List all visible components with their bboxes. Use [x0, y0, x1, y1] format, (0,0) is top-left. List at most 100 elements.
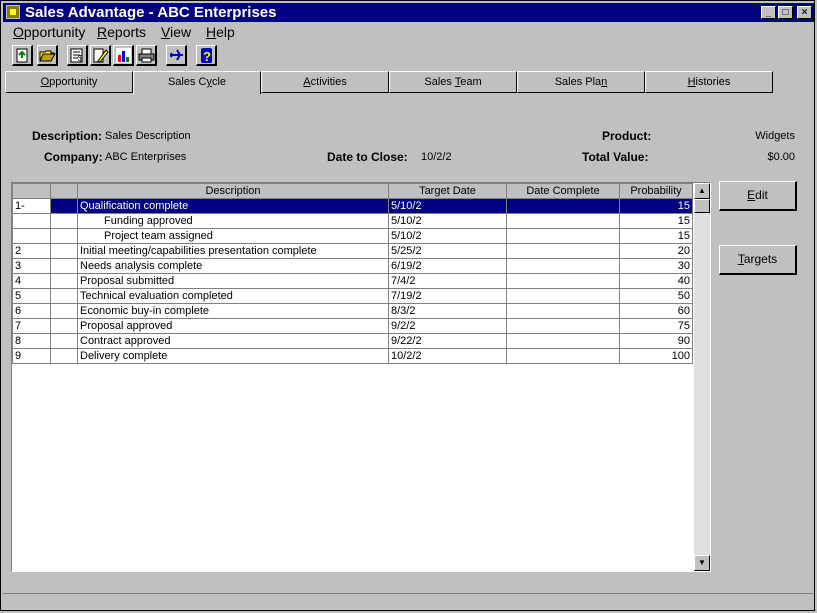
row-number[interactable]: 7	[12, 318, 51, 334]
row-target-date[interactable]: 6/19/2	[388, 258, 507, 274]
scroll-down-icon[interactable]: ▼	[694, 555, 710, 571]
table-row[interactable]: 2 Initial meeting/capabilities presentati…	[12, 243, 693, 259]
table-row[interactable]: 5 Technical evaluation completed 7/19/2 50	[12, 288, 693, 304]
edit-button[interactable]: Edit	[719, 181, 797, 211]
row-flag[interactable]	[50, 258, 78, 274]
tab-sales-cycle[interactable]: Sales Cycle	[133, 71, 261, 94]
menu-help[interactable]: Help	[206, 24, 235, 40]
menu-opportunity[interactable]: Opportunity	[13, 24, 85, 40]
row-probability[interactable]: 15	[619, 213, 693, 229]
row-target-date[interactable]: 8/3/2	[388, 303, 507, 319]
row-target-date[interactable]: 5/10/2	[388, 213, 507, 229]
scroll-thumb[interactable]	[694, 199, 710, 213]
row-probability[interactable]: 30	[619, 258, 693, 274]
column-header-date-complete[interactable]: Date Complete	[506, 183, 620, 199]
row-flag[interactable]	[50, 288, 78, 304]
table-row[interactable]: 8 Contract approved 9/22/2 90	[12, 333, 693, 349]
row-description[interactable]: Funding approved	[77, 213, 389, 229]
column-header-index[interactable]	[12, 183, 51, 199]
row-probability[interactable]: 90	[619, 333, 693, 349]
table-row[interactable]: 7 Proposal approved 9/2/2 75	[12, 318, 693, 334]
row-target-date[interactable]: 5/25/2	[388, 243, 507, 259]
row-flag[interactable]	[50, 273, 78, 289]
row-description[interactable]: Proposal approved	[77, 318, 389, 334]
row-date-complete[interactable]	[506, 318, 620, 334]
row-probability[interactable]: 75	[619, 318, 693, 334]
row-flag[interactable]	[50, 243, 78, 259]
report-icon[interactable]: $	[67, 45, 88, 66]
row-flag[interactable]	[50, 228, 78, 244]
sales-cycle-grid[interactable]: Description Target Date Date Complete Pr…	[11, 182, 711, 572]
column-header-target-date[interactable]: Target Date	[388, 183, 507, 199]
tab-sales-plan[interactable]: Sales Plan	[517, 71, 645, 93]
open-folder-icon[interactable]	[37, 45, 58, 66]
row-description[interactable]: Needs analysis complete	[77, 258, 389, 274]
row-date-complete[interactable]	[506, 198, 620, 214]
row-description[interactable]: Project team assigned	[77, 228, 389, 244]
row-probability[interactable]: 20	[619, 243, 693, 259]
row-flag[interactable]	[50, 318, 78, 334]
row-description[interactable]: Qualification complete	[77, 198, 389, 214]
row-flag[interactable]	[50, 303, 78, 319]
row-description[interactable]: Technical evaluation completed	[77, 288, 389, 304]
row-description[interactable]: Initial meeting/capabilities presentatio…	[77, 243, 389, 259]
row-probability[interactable]: 40	[619, 273, 693, 289]
row-number[interactable]: 2	[12, 243, 51, 259]
table-row[interactable]: Project team assigned 5/10/2 15	[12, 228, 693, 244]
row-flag[interactable]	[50, 213, 78, 229]
row-probability[interactable]: 15	[619, 198, 693, 214]
row-number[interactable]	[12, 228, 51, 244]
table-row[interactable]: 9 Delivery complete 10/2/2 100	[12, 348, 693, 364]
new-icon[interactable]	[12, 45, 33, 66]
targets-button[interactable]: Targets	[719, 245, 797, 275]
column-header-probability[interactable]: Probability	[619, 183, 693, 199]
row-flag[interactable]	[50, 333, 78, 349]
row-probability[interactable]: 100	[619, 348, 693, 364]
airplane-icon[interactable]	[166, 45, 187, 66]
row-date-complete[interactable]	[506, 243, 620, 259]
row-target-date[interactable]: 5/10/2	[388, 198, 507, 214]
help-icon[interactable]: ?	[196, 45, 217, 66]
tab-sales-team[interactable]: Sales Team	[389, 71, 517, 93]
row-number[interactable]	[12, 213, 51, 229]
table-row[interactable]: 1- Qualification complete 5/10/2 15	[12, 198, 693, 214]
row-number[interactable]: 1-	[12, 198, 51, 214]
tab-activities[interactable]: Activities	[261, 71, 389, 93]
row-description[interactable]: Economic buy-in complete	[77, 303, 389, 319]
row-date-complete[interactable]	[506, 258, 620, 274]
table-row[interactable]: 4 Proposal submitted 7/4/2 40	[12, 273, 693, 289]
row-target-date[interactable]: 9/22/2	[388, 333, 507, 349]
row-flag[interactable]	[50, 198, 78, 214]
tab-histories[interactable]: Histories	[645, 71, 773, 93]
table-row[interactable]: 6 Economic buy-in complete 8/3/2 60	[12, 303, 693, 319]
tab-opportunity[interactable]: Opportunity	[5, 71, 133, 93]
close-button[interactable]: ×	[797, 6, 812, 19]
row-description[interactable]: Delivery complete	[77, 348, 389, 364]
row-probability[interactable]: 50	[619, 288, 693, 304]
row-date-complete[interactable]	[506, 303, 620, 319]
row-date-complete[interactable]	[506, 228, 620, 244]
row-target-date[interactable]: 7/19/2	[388, 288, 507, 304]
menu-view[interactable]: View	[161, 24, 191, 40]
row-description[interactable]: Proposal submitted	[77, 273, 389, 289]
row-number[interactable]: 9	[12, 348, 51, 364]
row-number[interactable]: 4	[12, 273, 51, 289]
row-number[interactable]: 8	[12, 333, 51, 349]
print-icon[interactable]	[136, 45, 157, 66]
row-target-date[interactable]: 5/10/2	[388, 228, 507, 244]
vertical-scrollbar[interactable]: ▲ ▼	[694, 183, 710, 571]
table-row[interactable]: 3 Needs analysis complete 6/19/2 30	[12, 258, 693, 274]
minimize-button[interactable]: _	[761, 6, 776, 19]
row-date-complete[interactable]	[506, 333, 620, 349]
row-date-complete[interactable]	[506, 273, 620, 289]
row-description[interactable]: Contract approved	[77, 333, 389, 349]
row-flag[interactable]	[50, 348, 78, 364]
app-icon[interactable]	[6, 5, 20, 19]
row-date-complete[interactable]	[506, 288, 620, 304]
row-target-date[interactable]: 7/4/2	[388, 273, 507, 289]
row-target-date[interactable]: 9/2/2	[388, 318, 507, 334]
column-header-flag[interactable]	[50, 183, 78, 199]
row-number[interactable]: 6	[12, 303, 51, 319]
chart-icon[interactable]	[113, 45, 134, 66]
row-probability[interactable]: 60	[619, 303, 693, 319]
